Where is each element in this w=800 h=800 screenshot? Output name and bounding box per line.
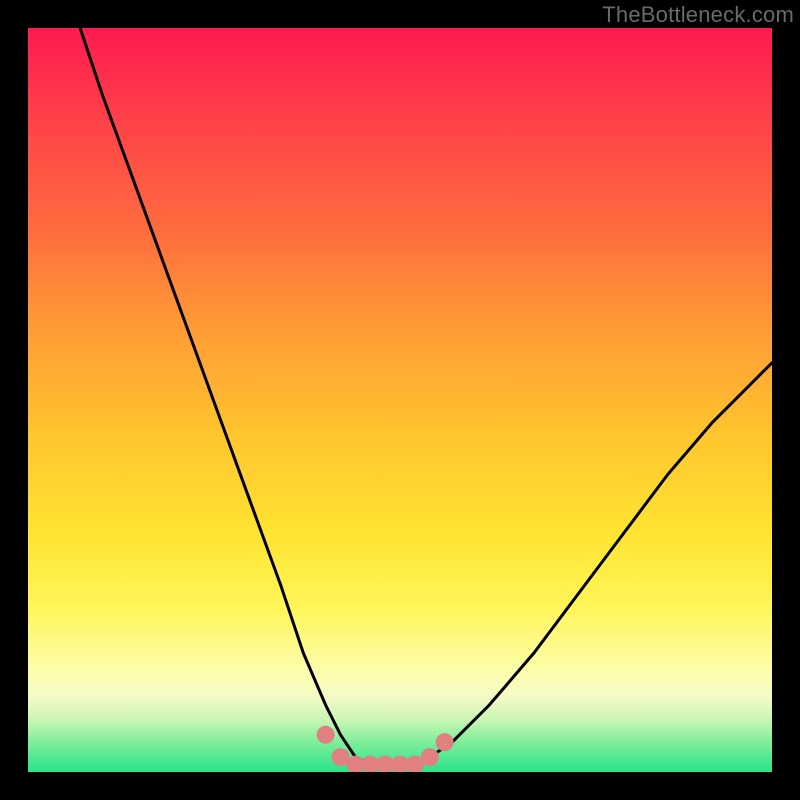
bottleneck-curve <box>80 28 772 765</box>
watermark-text: TheBottleneck.com <box>602 2 794 28</box>
highlight-dots <box>317 726 454 772</box>
highlight-dot <box>421 748 439 766</box>
highlight-dot <box>317 726 335 744</box>
outer-frame: TheBottleneck.com <box>0 0 800 800</box>
chart-area <box>28 28 772 772</box>
bottleneck-curve-svg <box>28 28 772 772</box>
highlight-dot <box>436 733 454 751</box>
